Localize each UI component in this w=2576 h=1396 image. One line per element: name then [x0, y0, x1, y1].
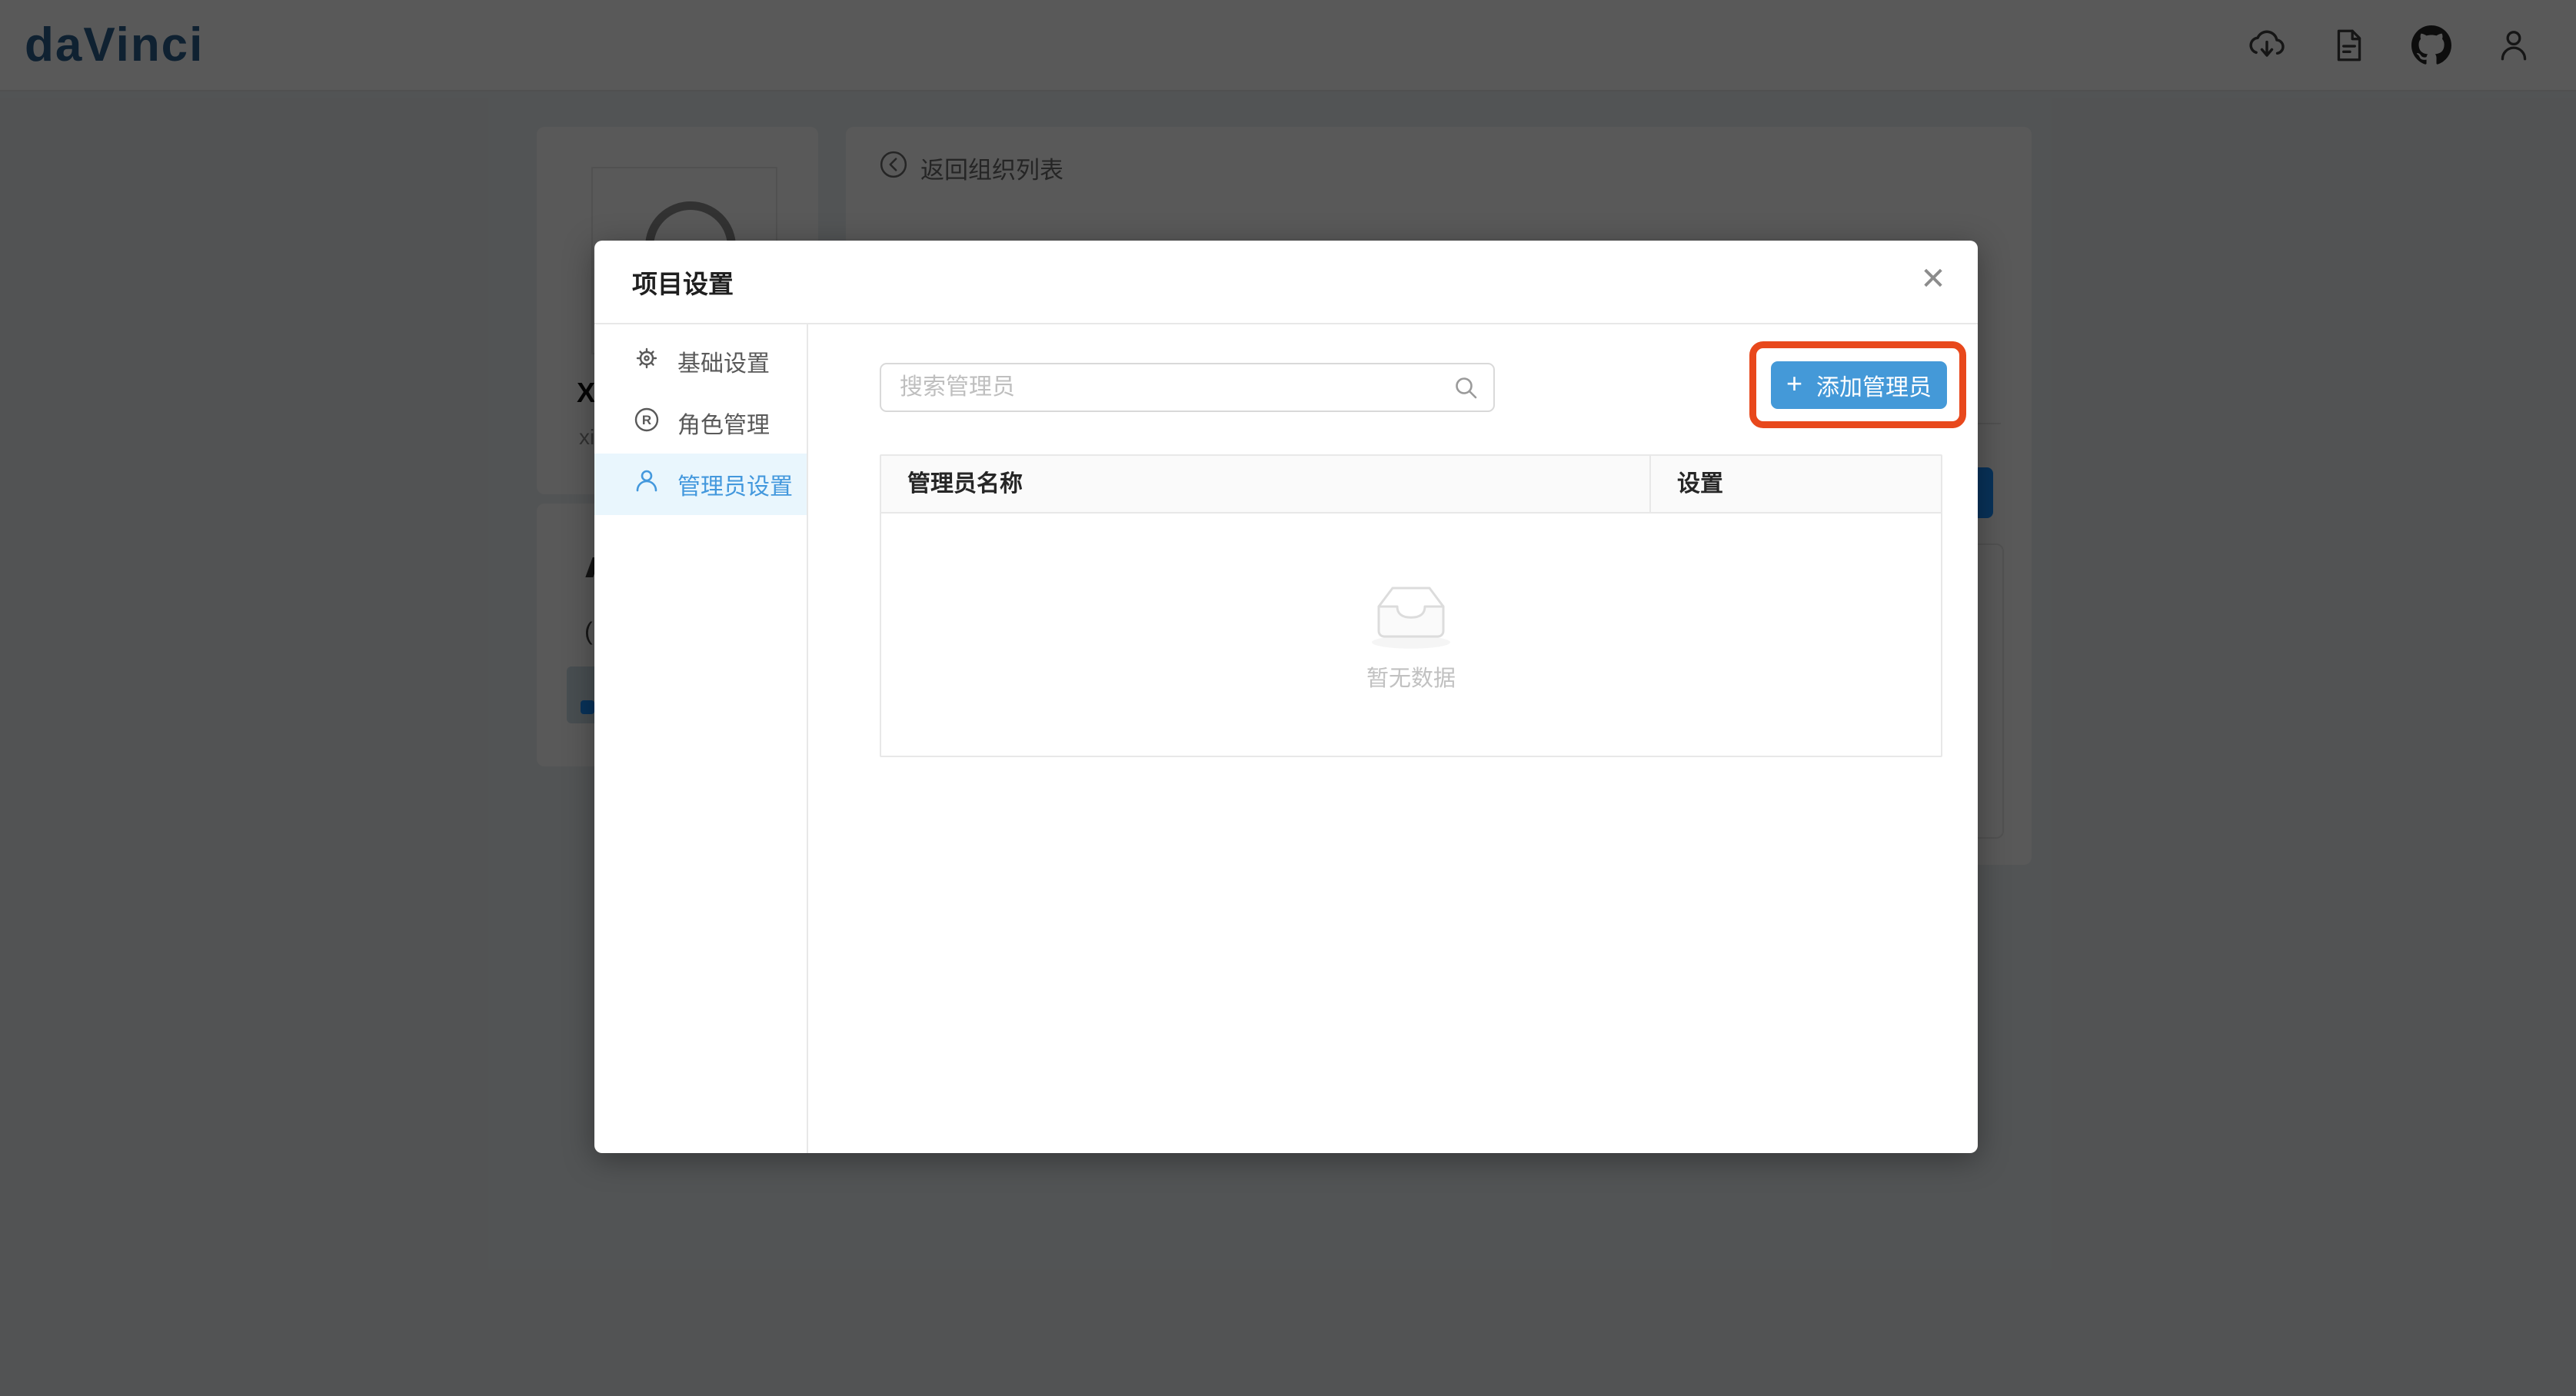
empty-text: 暂无数据 — [1366, 660, 1456, 693]
admin-table: 管理员名称 设置 暂无数据 — [880, 454, 1942, 757]
registered-icon: R — [633, 406, 661, 440]
application-root: daVinci — [0, 0, 2576, 1396]
admin-table-header: 管理员名称 设置 — [881, 456, 1941, 514]
gear-icon — [633, 344, 661, 378]
search-admin-input[interactable] — [880, 363, 1495, 412]
sidebar-item-label: 管理员设置 — [677, 467, 793, 501]
add-admin-button[interactable]: + 添加管理员 — [1771, 361, 1947, 409]
plus-icon: + — [1786, 370, 1802, 397]
sidebar-item-label: 基础设置 — [677, 344, 770, 378]
search-icon — [1452, 374, 1479, 405]
sidebar-item-label: 角色管理 — [677, 406, 770, 440]
admin-settings-panel: 管理员名称 设置 暂无数据 — [808, 324, 1978, 1153]
sidebar-item-role-management[interactable]: R 角色管理 — [594, 392, 807, 454]
column-settings: 设置 — [1651, 456, 1941, 512]
close-icon[interactable]: ✕ — [1910, 256, 1956, 302]
modal-header: 项目设置 ✕ — [594, 241, 1978, 324]
column-admin-name: 管理员名称 — [881, 456, 1651, 512]
sidebar-item-basic-settings[interactable]: 基础设置 — [594, 331, 807, 392]
admin-table-empty-state: 暂无数据 — [881, 514, 1941, 756]
settings-sidebar: 基础设置 R 角色管理 — [594, 324, 808, 1153]
member-icon — [633, 467, 661, 501]
sidebar-item-admin-settings[interactable]: 管理员设置 — [594, 454, 807, 515]
modal-title: 项目设置 — [632, 264, 734, 301]
project-settings-modal: 项目设置 ✕ 基础设置 — [594, 241, 1978, 1153]
add-admin-button-label: 添加管理员 — [1816, 368, 1932, 402]
svg-text:R: R — [642, 413, 651, 427]
empty-inbox-icon — [1363, 577, 1459, 654]
